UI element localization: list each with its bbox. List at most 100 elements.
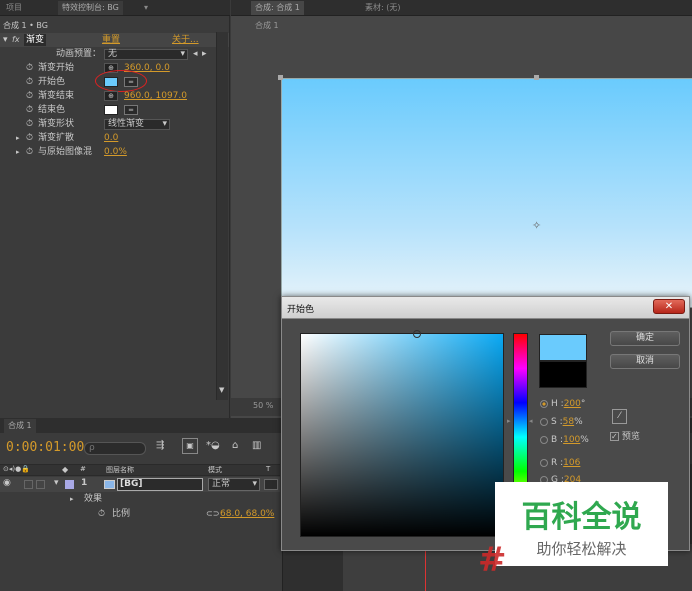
hue-arrow-left-icon[interactable]: ▸ xyxy=(507,417,511,425)
prop-blend: ▸ ⏱ 与原始图像混 0.0% xyxy=(0,145,229,159)
frame-blending-icon[interactable]: ⌂ xyxy=(232,440,238,451)
preset-prev-icon[interactable]: ◂ xyxy=(193,47,198,61)
radio-b[interactable] xyxy=(540,435,548,444)
solo-toggle[interactable] xyxy=(24,480,33,489)
preset-next-icon[interactable]: ▸ xyxy=(202,47,207,61)
expand-triangle-icon[interactable]: ▸ xyxy=(16,145,20,159)
stopwatch-icon[interactable]: ⏱ xyxy=(26,103,33,117)
comp-canvas[interactable]: ✧ xyxy=(281,78,692,308)
tab-project[interactable]: 项目 xyxy=(2,1,26,15)
shape-select[interactable]: 线性渐变 ▾ xyxy=(104,119,170,130)
number-header: # xyxy=(80,465,86,473)
preset-select[interactable]: 无 ▾ xyxy=(104,49,188,60)
prop-end-color: ⏱ 结束色 ═ xyxy=(0,103,229,117)
trkmat-box[interactable] xyxy=(264,479,278,490)
prop-label: 渐变结束 xyxy=(38,91,75,101)
tab-composition[interactable]: 合成: 合成 1 xyxy=(251,1,304,15)
comp-mini-flowchart-icon[interactable]: ⇶ xyxy=(156,440,164,451)
prop-label: 渐变开始 xyxy=(38,63,75,73)
field-unit: % xyxy=(580,435,589,445)
about-link[interactable]: 关于... xyxy=(172,33,199,47)
radio-s[interactable] xyxy=(540,417,548,426)
lock-toggle[interactable] xyxy=(36,480,45,489)
eyedropper-icon[interactable]: ═ xyxy=(124,105,138,115)
ok-button[interactable]: 确定 xyxy=(610,331,680,346)
expand-triangle-icon[interactable]: ▸ xyxy=(16,131,20,145)
field-s[interactable]: S :58% xyxy=(540,416,583,428)
disclosure-triangle-icon[interactable]: ▾ xyxy=(3,33,8,47)
panel-scrollbar[interactable]: ▼ xyxy=(216,32,228,400)
eye-icon[interactable]: ◉ xyxy=(3,478,11,488)
tab-menu-icon[interactable]: ▾ xyxy=(140,1,152,15)
constrain-link-icon[interactable]: ⊂⊃ xyxy=(206,507,219,521)
stopwatch-icon[interactable]: ⏱ xyxy=(26,131,33,145)
layer-name-field[interactable]: [BG] xyxy=(117,478,203,491)
preset-label: 动画预置： xyxy=(56,49,102,59)
stopwatch-icon[interactable]: ⏱ xyxy=(98,507,105,521)
field-r[interactable]: R :106 xyxy=(540,457,580,469)
scale-value[interactable]: 68.0, 68.0% xyxy=(220,507,274,521)
effect-name[interactable]: 渐变 xyxy=(24,34,47,46)
radio-r[interactable] xyxy=(540,458,548,467)
draft-3d-icon[interactable]: ▣ xyxy=(182,438,198,454)
handle-top-mid[interactable] xyxy=(534,75,539,80)
layer-header-row: ⊙◂)●🔒 ◆ # 图层名称 模式 T xyxy=(0,464,280,476)
fx-icon[interactable]: fx xyxy=(12,33,20,47)
color-selector-ring[interactable] xyxy=(413,330,421,338)
preset-row: 动画预置： 无 ▾ ◂ ▸ xyxy=(0,47,229,61)
col-mode: 模式 xyxy=(208,466,222,474)
chevron-down-icon: ▾ xyxy=(162,119,167,129)
hue-arrow-right-icon[interactable]: ◂ xyxy=(529,417,533,425)
zoom-level[interactable]: 50 % xyxy=(253,401,273,410)
watermark-box: 百科全说 助你轻松解决 xyxy=(495,482,668,566)
field-value[interactable]: 106 xyxy=(563,458,580,468)
saturation-brightness-field[interactable] xyxy=(300,330,504,537)
prop-value[interactable]: 0.0 xyxy=(104,131,118,145)
stopwatch-icon[interactable]: ⏱ xyxy=(26,61,33,75)
anchor-point-icon[interactable]: ✧ xyxy=(532,219,541,232)
field-h[interactable]: H :200° xyxy=(540,398,585,410)
tab-timeline[interactable]: 合成 1 xyxy=(4,419,36,433)
current-time-indicator[interactable] xyxy=(425,544,426,591)
scroll-down-icon[interactable]: ▼ xyxy=(219,386,224,394)
layer-number: 1 xyxy=(81,478,88,488)
end-color-swatch[interactable] xyxy=(104,105,118,115)
stopwatch-icon[interactable]: ⏱ xyxy=(26,89,33,103)
shy-layers-icon[interactable]: *◒ xyxy=(206,440,220,451)
reset-link[interactable]: 重置 xyxy=(102,33,120,47)
stopwatch-icon[interactable]: ⏱ xyxy=(26,75,33,89)
motion-blur-icon[interactable]: ▥ xyxy=(252,440,261,451)
handle-top-left[interactable] xyxy=(278,75,283,80)
preview-label: 预览 xyxy=(621,432,640,442)
prop-value[interactable]: 0.0% xyxy=(104,145,127,159)
preview-checkbox[interactable]: ✓ xyxy=(610,432,619,441)
timecode[interactable]: 0:00:01:00 xyxy=(6,440,84,455)
label-color-box[interactable] xyxy=(65,480,74,489)
field-b[interactable]: B :100% xyxy=(540,434,589,446)
prop-value[interactable]: 960.0, 1097.0 xyxy=(124,89,187,103)
timeline-search-input[interactable]: ρ xyxy=(84,442,146,455)
expand-triangle-icon[interactable]: ▸ xyxy=(70,492,74,506)
field-value[interactable]: 100 xyxy=(563,435,580,445)
radio-h[interactable] xyxy=(540,399,548,408)
dialog-title: 开始色 xyxy=(287,305,315,315)
prop-label: 开始色 xyxy=(38,77,66,87)
blend-mode-select[interactable]: 正常 ▾ xyxy=(208,478,260,491)
layer-row[interactable]: ◉ ▾ 1 [BG] 正常 ▾ xyxy=(0,477,280,492)
scale-property-row[interactable]: ⏱ 比例 ⊂⊃ 68.0, 68.0% xyxy=(0,507,280,521)
col-t: T xyxy=(266,465,271,473)
preview-checkbox-row[interactable]: ✓ 预览 xyxy=(610,431,640,443)
stopwatch-icon[interactable]: ⏱ xyxy=(26,117,33,131)
effects-group-row[interactable]: ▸ 效果 xyxy=(0,492,280,506)
crosshair-icon[interactable]: ⊕ xyxy=(104,91,118,101)
eyedropper-button[interactable]: ⁄ xyxy=(612,409,627,424)
collapse-triangle-icon[interactable]: ▾ xyxy=(54,478,59,488)
close-button[interactable]: ✕ xyxy=(653,299,685,314)
effect-controls-panel: 项目 特效控制台: BG ▾ 合成 1 • BG ▾ fx 渐变 重置 关于..… xyxy=(0,0,230,418)
tab-footage[interactable]: 素材: (无) xyxy=(361,1,404,15)
stopwatch-icon[interactable]: ⏱ xyxy=(26,145,33,159)
field-value[interactable]: 200 xyxy=(564,399,581,409)
field-value[interactable]: 58 xyxy=(563,417,574,427)
tab-effect-controls[interactable]: 特效控制台: BG xyxy=(58,1,123,15)
cancel-button[interactable]: 取消 xyxy=(610,354,680,369)
